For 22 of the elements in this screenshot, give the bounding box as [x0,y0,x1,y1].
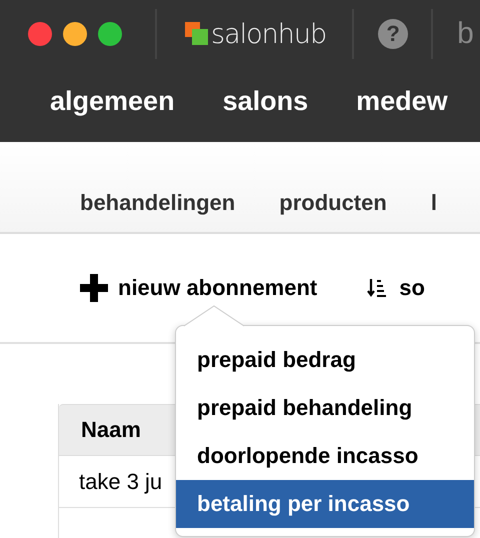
subnav-tab[interactable]: behandelingen [80,190,236,216]
nav-tab[interactable]: algemeen [50,86,175,117]
subnav-tab[interactable]: l [430,190,437,216]
plus-icon [80,274,108,302]
menu-item[interactable]: betaling per incasso [176,480,474,528]
subnav-tab[interactable]: producten [279,190,387,216]
nav-tab[interactable]: salons [222,86,308,117]
sort-button[interactable]: so [367,275,425,301]
menu-text: b [457,17,474,51]
menu-item[interactable]: prepaid bedrag [176,336,474,384]
column-header: Naam [81,417,141,443]
close-window-button[interactable] [28,22,52,46]
help-icon[interactable]: ? [378,19,408,49]
table-cell: take 3 ju [79,468,162,494]
minimize-window-button[interactable] [63,22,87,46]
maximize-window-button[interactable] [98,22,122,46]
logo-icon [185,22,209,46]
nav-tab[interactable]: medew [356,86,448,117]
logo-text: salonhub [211,18,326,50]
new-subscription-button[interactable]: nieuw abonnement [80,274,318,302]
menu-item[interactable]: doorlopende incasso [176,432,474,480]
menu-item[interactable]: prepaid behandeling [176,384,474,432]
